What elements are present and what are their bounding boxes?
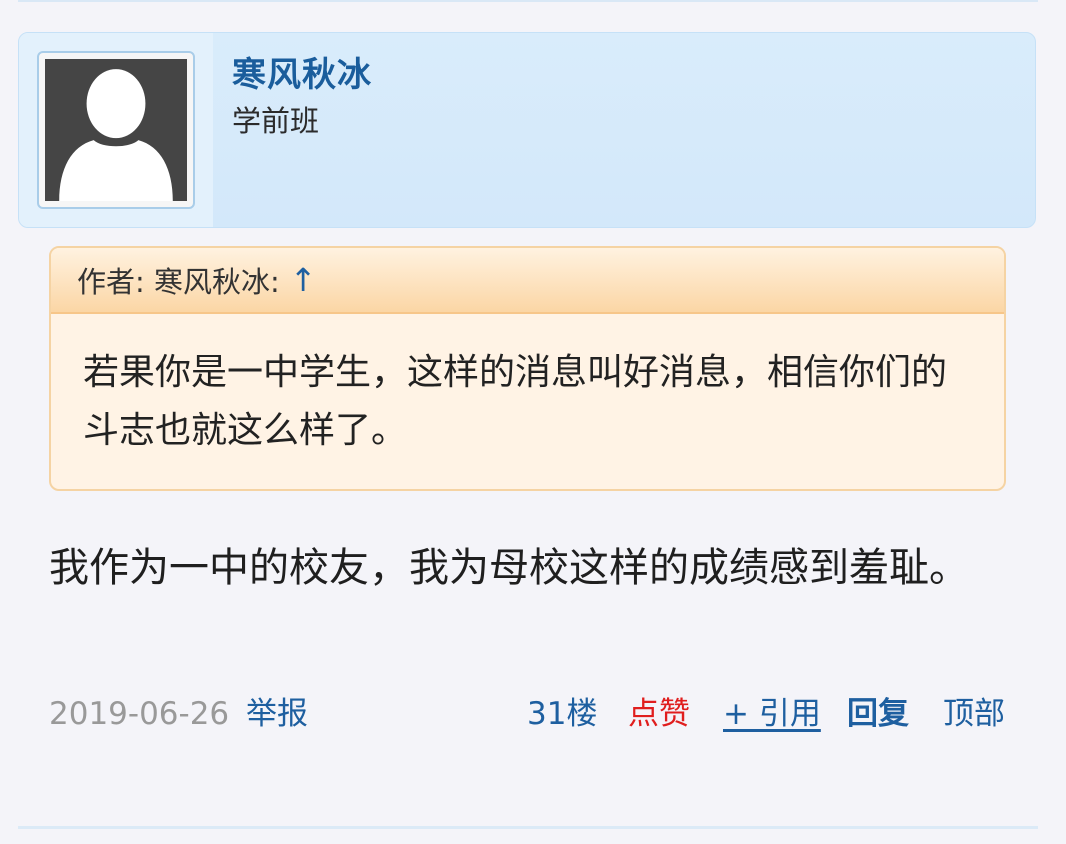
post-footer: 2019-06-26 举报 31楼 点赞 + 引用 回复 顶部 xyxy=(49,690,1007,738)
user-rank: 学前班 xyxy=(232,104,320,138)
quote-block: 作者: 寒风秋冰: ↑ 若果你是一中学生，这样的消息叫好消息，相信你们的斗志也就… xyxy=(49,246,1006,491)
like-button[interactable]: 点赞 xyxy=(628,690,690,738)
post-date: 2019-06-26 xyxy=(49,696,230,732)
reply-button[interactable]: 回复 xyxy=(847,690,909,738)
default-avatar-icon xyxy=(45,59,187,201)
back-to-top-link[interactable]: 顶部 xyxy=(943,690,1005,738)
avatar-frame[interactable] xyxy=(37,51,195,209)
report-link[interactable]: 举报 xyxy=(246,690,308,738)
quote-button[interactable]: + 引用 xyxy=(723,690,821,738)
floor-number: 31楼 xyxy=(527,696,598,732)
post-content: 我作为一中的校友，我为母校这样的成绩感到羞耻。 xyxy=(49,545,969,591)
user-info-card: 寒风秋冰 学前班 xyxy=(18,32,1036,228)
bottom-divider xyxy=(18,826,1038,829)
top-divider xyxy=(18,0,1038,2)
quote-header: 作者: 寒风秋冰: ↑ xyxy=(51,248,1004,314)
quote-author: 作者: 寒风秋冰: xyxy=(77,265,280,299)
quote-text: 若果你是一中学生，这样的消息叫好消息，相信你们的斗志也就这么样了。 xyxy=(83,352,948,451)
avatar-column xyxy=(19,33,213,227)
jump-to-quoted-post-icon[interactable]: ↑ xyxy=(290,261,317,299)
username-link[interactable]: 寒风秋冰 xyxy=(232,53,372,97)
